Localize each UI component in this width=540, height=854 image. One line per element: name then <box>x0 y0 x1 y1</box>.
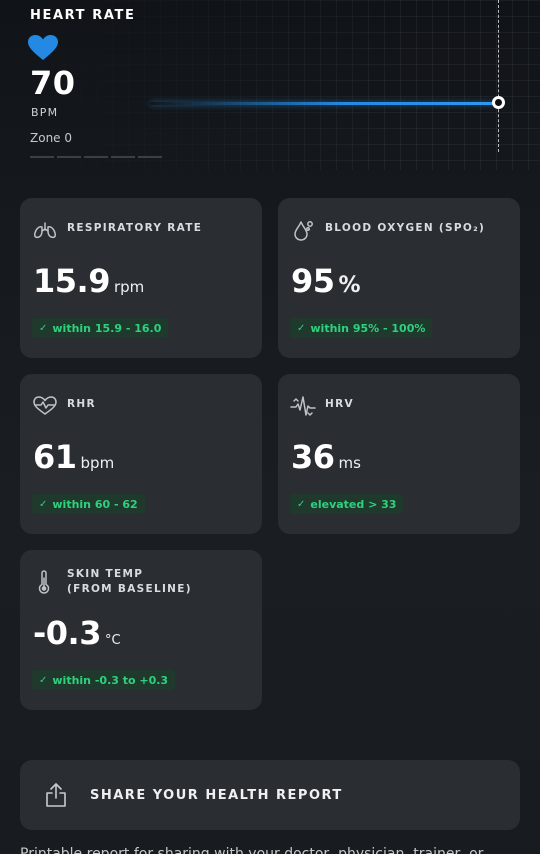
rhr-card[interactable]: RHR 61 bpm ✓ within 60 - 62 <box>20 374 262 534</box>
checkmark-icon: ✓ <box>39 674 48 686</box>
hrv-unit: ms <box>338 454 361 472</box>
skin-temp-unit: °C <box>104 633 121 648</box>
respiratory-rate-card[interactable]: RESPIRATORY RATE 15.9 rpm ✓ within 15.9 -… <box>20 198 262 358</box>
current-value-dot[interactable] <box>492 96 505 109</box>
rhr-range: within 60 - 62 <box>52 497 138 511</box>
skin-temp-number: -0.3 <box>33 614 101 652</box>
heart-rate-trace-line <box>150 102 500 105</box>
health-monitor-screen: HEART RATE 70 BPM Zone 0 RESPIRATORY RAT… <box>0 0 540 854</box>
hrv-label: HRV <box>325 398 354 410</box>
heart-wave-icon <box>32 394 58 418</box>
lungs-icon <box>32 218 58 242</box>
heart-rate-unit: BPM <box>31 106 59 119</box>
zone-segment <box>30 156 54 158</box>
blood-oxygen-range: within 95% - 100% <box>310 321 426 335</box>
skin-temp-value: -0.3 °C <box>33 614 121 652</box>
rhr-status-badge: ✓ within 60 - 62 <box>32 494 145 514</box>
current-time-marker <box>498 0 499 152</box>
heart-rate-title: HEART RATE <box>30 8 136 23</box>
zone-segment <box>138 156 162 158</box>
rhr-number: 61 <box>33 438 77 476</box>
respiratory-rate-unit: rpm <box>113 278 145 296</box>
checkmark-icon: ✓ <box>39 322 48 334</box>
respiratory-rate-number: 15.9 <box>33 262 110 300</box>
hrv-range: elevated > 33 <box>310 497 397 511</box>
rhr-value: 61 bpm <box>33 438 114 476</box>
hrv-status-badge: ✓ elevated > 33 <box>290 494 404 514</box>
share-health-report-label: SHARE YOUR HEALTH REPORT <box>90 788 343 803</box>
zone-indicator-bar <box>30 156 162 158</box>
rhr-label: RHR <box>67 398 96 410</box>
skin-temp-label: SKIN TEMP (FROM BASELINE) <box>67 567 192 597</box>
pulse-icon <box>290 394 316 418</box>
skin-temp-range: within -0.3 to +0.3 <box>52 673 169 687</box>
heart-rate-value: 70 <box>30 64 76 102</box>
respiratory-rate-status-badge: ✓ within 15.9 - 16.0 <box>32 318 169 338</box>
heart-rate-panel: HEART RATE 70 BPM Zone 0 <box>0 0 540 170</box>
skin-temp-card[interactable]: SKIN TEMP (FROM BASELINE) -0.3 °C ✓ withi… <box>20 550 262 710</box>
hrv-value: 36 ms <box>291 438 361 476</box>
respiratory-rate-label: RESPIRATORY RATE <box>67 222 203 234</box>
skin-temp-status-badge: ✓ within -0.3 to +0.3 <box>32 670 176 690</box>
rhr-unit: bpm <box>80 454 115 472</box>
hrv-number: 36 <box>291 438 335 476</box>
blood-oxygen-value: 95% <box>291 262 361 300</box>
share-icon <box>44 782 68 808</box>
share-health-report-button[interactable]: SHARE YOUR HEALTH REPORT <box>20 760 520 830</box>
heart-icon <box>28 35 58 61</box>
thermometer-icon <box>32 570 58 594</box>
zone-segment <box>111 156 135 158</box>
heart-rate-chart-grid <box>0 0 540 170</box>
zone-segment <box>84 156 108 158</box>
checkmark-icon: ✓ <box>297 322 306 334</box>
blood-oxygen-number: 95 <box>291 262 335 300</box>
zone-segment <box>57 156 81 158</box>
respiratory-rate-range: within 15.9 - 16.0 <box>52 321 162 335</box>
checkmark-icon: ✓ <box>297 498 306 510</box>
checkmark-icon: ✓ <box>39 498 48 510</box>
respiratory-rate-value: 15.9 rpm <box>33 262 144 300</box>
blood-oxygen-label: BLOOD OXYGEN (SPO₂) <box>325 222 486 234</box>
blood-oxygen-card[interactable]: BLOOD OXYGEN (SPO₂) 95% ✓ within 95% - 1… <box>278 198 520 358</box>
blood-oxygen-unit: % <box>338 273 361 298</box>
heart-rate-zone: Zone 0 <box>30 131 72 145</box>
droplet-icon <box>290 218 316 242</box>
skin-temp-label-line1: SKIN TEMP <box>67 568 144 580</box>
skin-temp-label-line2: (FROM BASELINE) <box>67 583 192 595</box>
hrv-card[interactable]: HRV 36 ms ✓ elevated > 33 <box>278 374 520 534</box>
share-report-description: Printable report for sharing with your d… <box>20 846 484 854</box>
blood-oxygen-status-badge: ✓ within 95% - 100% <box>290 318 433 338</box>
